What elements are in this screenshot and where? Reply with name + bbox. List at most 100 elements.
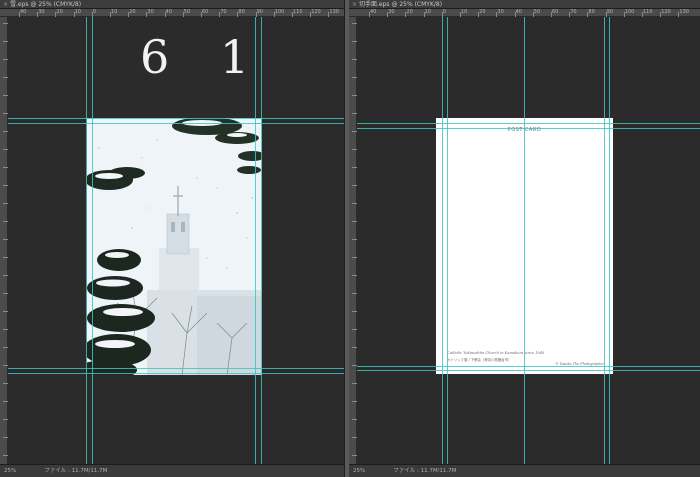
guide-vertical[interactable] <box>255 17 256 464</box>
ruler-tick <box>352 113 357 114</box>
ruler-tick <box>496 12 498 17</box>
close-icon[interactable]: × <box>3 0 10 9</box>
ruler-tick <box>352 383 357 384</box>
ruler-tick <box>3 293 8 294</box>
ruler-tick <box>352 185 357 186</box>
ruler-tick-label: 20 <box>406 9 413 15</box>
vertical-ruler[interactable] <box>0 17 8 464</box>
ruler-tick <box>3 77 8 78</box>
ruler-tick <box>182 12 184 17</box>
ruler-tick <box>3 239 8 240</box>
guide-horizontal[interactable] <box>357 370 700 371</box>
ruler-tick-label: 10 <box>424 9 431 15</box>
ruler-tick <box>3 275 8 276</box>
guide-horizontal[interactable] <box>357 123 700 124</box>
ruler-tick <box>73 12 75 17</box>
ruler-tick <box>352 59 357 60</box>
ruler-tick <box>478 12 480 17</box>
document-window-left[interactable]: × 雪.eps @ 25% (CMYK/8) 40 30 20 10 0 10 20 30 40 5… <box>0 0 345 477</box>
ruler-tick <box>352 95 357 96</box>
snow-church-photo <box>87 118 262 375</box>
ruler-tick-label: 80 <box>238 9 245 15</box>
ruler-tick <box>292 12 293 17</box>
document-tab-left[interactable]: × 雪.eps @ 25% (CMYK/8) <box>0 0 344 9</box>
ruler-tick <box>642 12 643 17</box>
ruler-tick <box>201 12 202 17</box>
horizontal-ruler[interactable]: 40 30 20 10 0 10 20 30 40 50 60 70 80 90 100 110 120 130 <box>349 9 700 17</box>
ruler-tick-label: 10 <box>111 9 118 15</box>
guide-vertical[interactable] <box>609 17 610 464</box>
ruler-tick-label: 40 <box>165 9 172 15</box>
ruler-tick-label: 40 <box>370 9 377 15</box>
ruler-tick <box>3 437 8 438</box>
horizontal-ruler[interactable]: 40 30 20 10 0 10 20 30 40 50 60 70 80 90 100 110 120 130 <box>0 9 344 17</box>
guide-vertical[interactable] <box>442 17 443 464</box>
ruler-tick-label: 90 <box>256 9 263 15</box>
zoom-level[interactable]: 25% <box>4 468 16 474</box>
ruler-tick <box>569 12 571 17</box>
vertical-ruler[interactable] <box>349 17 357 464</box>
ruler-tick <box>587 12 589 17</box>
ruler-tick <box>352 77 357 78</box>
guide-horizontal[interactable] <box>8 118 344 119</box>
ruler-tick <box>3 311 8 312</box>
guide-vertical[interactable] <box>261 17 262 464</box>
ruler-tick <box>328 12 330 17</box>
guide-horizontal[interactable] <box>357 128 700 129</box>
ruler-tick <box>352 347 357 348</box>
ruler-tick <box>146 12 148 17</box>
ruler-tick <box>352 293 357 294</box>
zoom-level[interactable]: 25% <box>353 468 365 474</box>
ruler-tick-label: 90 <box>606 9 613 15</box>
ruler-tick <box>532 12 534 17</box>
ruler-tick <box>352 203 357 204</box>
ruler-tick <box>678 12 680 17</box>
close-icon[interactable]: × <box>352 0 359 9</box>
ruler-tick <box>352 131 357 132</box>
ruler-tick-label: 130 <box>679 9 689 15</box>
guide-vertical[interactable] <box>604 17 605 464</box>
ruler-tick <box>3 221 8 222</box>
file-size-info: ファイル : 11.7M/11.7M <box>393 468 457 474</box>
ruler-tick <box>369 12 370 17</box>
ruler-tick <box>514 12 516 17</box>
tab-title: 切手面.eps @ 25% (CMYK/8) <box>359 1 443 8</box>
guide-horizontal[interactable] <box>357 366 700 367</box>
ruler-tick <box>352 221 357 222</box>
guide-vertical[interactable] <box>524 17 525 464</box>
status-bar: 25% ファイル : 11.7M/11.7M <box>349 464 700 477</box>
ruler-tick <box>3 383 8 384</box>
ruler-tick-label: 120 <box>661 9 671 15</box>
document-window-right[interactable]: × 切手面.eps @ 25% (CMYK/8) 40 30 20 10 0 10 20 30 4… <box>349 0 700 477</box>
ruler-tick <box>37 12 39 17</box>
guide-vertical[interactable] <box>92 17 93 464</box>
ruler-tick <box>3 401 8 402</box>
ruler-tick <box>219 12 221 17</box>
ruler-tick-label: 30 <box>497 9 504 15</box>
ruler-tick <box>623 12 625 17</box>
ruler-tick <box>55 12 57 17</box>
ruler-tick <box>3 185 8 186</box>
ruler-tick-label: 30 <box>147 9 154 15</box>
ruler-tick <box>164 12 166 17</box>
document-tab-right[interactable]: × 切手面.eps @ 25% (CMYK/8) <box>349 0 700 9</box>
ruler-tick <box>352 167 357 168</box>
ruler-tick <box>273 12 275 17</box>
ruler-tick <box>387 12 389 17</box>
guide-vertical[interactable] <box>86 17 87 464</box>
ruler-tick <box>352 419 357 420</box>
ruler-tick-label: 40 <box>20 9 27 15</box>
ruler-tick-label: 40 <box>515 9 522 15</box>
ruler-tick <box>352 455 357 456</box>
guide-horizontal[interactable] <box>8 373 344 374</box>
ruler-tick <box>460 12 461 17</box>
ruler-tick <box>3 59 8 60</box>
guide-horizontal[interactable] <box>8 368 344 369</box>
guide-horizontal[interactable] <box>8 123 344 124</box>
ruler-tick <box>551 12 552 17</box>
ruler-tick <box>352 437 357 438</box>
ruler-tick <box>660 12 662 17</box>
guide-vertical[interactable] <box>447 17 448 464</box>
ruler-tick <box>310 12 312 17</box>
ruler-tick-label: 70 <box>220 9 227 15</box>
